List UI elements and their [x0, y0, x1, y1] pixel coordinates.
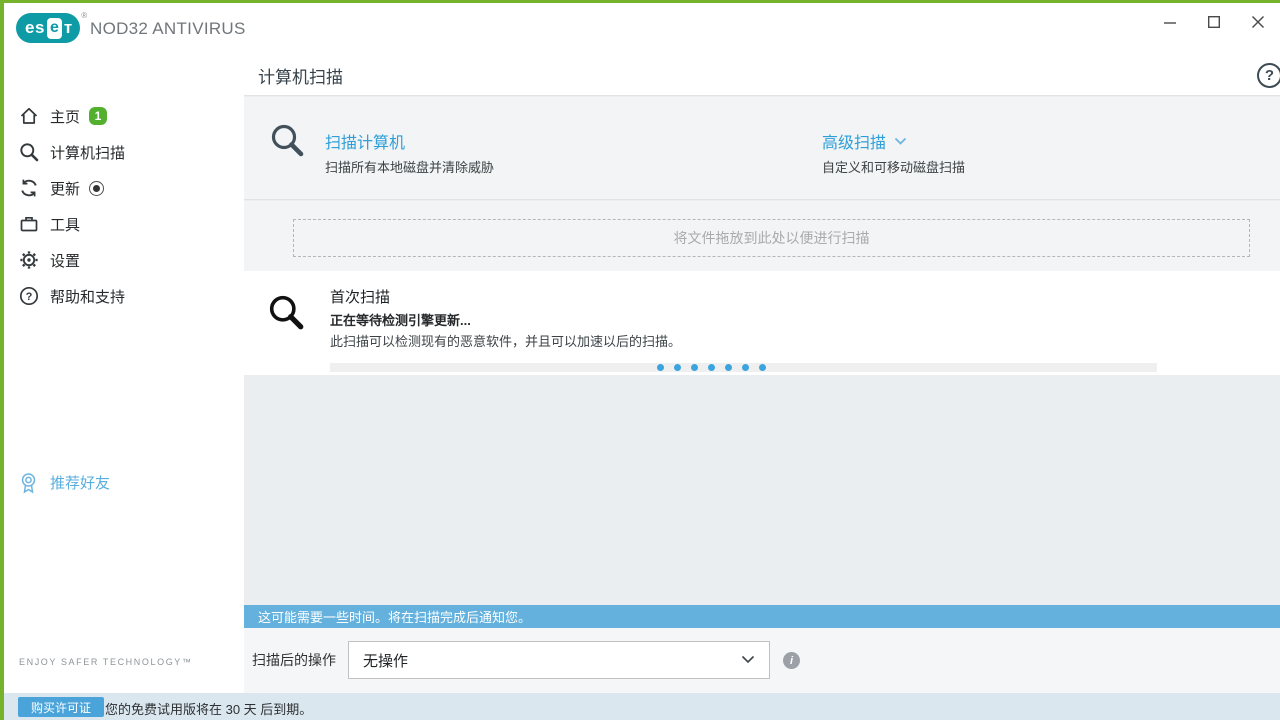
- chevron-down-icon: [741, 651, 755, 669]
- sidebar-item-home[interactable]: 主页 1: [4, 98, 244, 134]
- window-accent-left: [0, 0, 4, 720]
- scan-computer-option[interactable]: 扫描计算机 扫描所有本地磁盘并清除威胁: [270, 123, 494, 176]
- window-controls: [1148, 3, 1280, 43]
- brand-tagline: ENJOY SAFER TECHNOLOGY™: [19, 657, 193, 667]
- window-accent-top: [0, 0, 1280, 3]
- product-name: NOD32 ANTIVIRUS: [90, 19, 246, 38]
- progress-dot: [725, 364, 732, 371]
- progress-dot: [742, 364, 749, 371]
- medal-icon: [18, 472, 39, 493]
- magnifier-icon: [268, 294, 306, 337]
- main-content: 计算机扫描 ? 扫描计算机 扫描所有本地磁盘并清除威胁 高级扫描 自定义和可移动…: [244, 55, 1280, 693]
- post-scan-action-area: 扫描后的操作 无操作 i: [244, 628, 1280, 693]
- sidebar-item-update[interactable]: 更新: [4, 170, 244, 206]
- progress-dot: [657, 364, 664, 371]
- registered-mark: ®: [81, 11, 88, 20]
- scan-computer-link[interactable]: 扫描计算机: [325, 129, 494, 153]
- sidebar-item-label: 帮助和支持: [50, 288, 126, 306]
- first-scan-description: 此扫描可以检测现有的恶意软件，并且可以加速以后的扫描。: [330, 334, 682, 349]
- svg-text:?: ?: [25, 291, 32, 303]
- post-scan-action-label: 扫描后的操作: [252, 652, 336, 668]
- drop-section: 将文件拖放到此处以便进行扫描: [244, 201, 1280, 271]
- logo-letters-es: es: [25, 18, 45, 37]
- home-badge: 1: [89, 107, 108, 125]
- progress-dot: [691, 364, 698, 371]
- close-icon: [1252, 16, 1264, 28]
- scan-computer-subtitle: 扫描所有本地磁盘并清除威胁: [325, 160, 495, 175]
- first-scan-section: 首次扫描 正在等待检测引擎更新... 此扫描可以检测现有的恶意软件，并且可以加速…: [244, 271, 1280, 375]
- notification-text: 这可能需要一些时间。将在扫描完成后通知您。: [258, 610, 532, 625]
- update-attention-icon: [89, 180, 105, 196]
- sidebar: 主页 1 计算机扫描 更新 工具 设置 ? 帮助和支持 推荐好友 ENJOY S…: [4, 55, 244, 693]
- sidebar-item-label: 工具: [50, 216, 81, 234]
- first-scan-status: 正在等待检测引擎更新...: [330, 313, 471, 328]
- scan-options-section: 扫描计算机 扫描所有本地磁盘并清除威胁 高级扫描 自定义和可移动磁盘扫描: [244, 97, 1280, 200]
- minimize-icon: [1164, 22, 1176, 24]
- sidebar-nav: 主页 1 计算机扫描 更新 工具 设置 ? 帮助和支持: [4, 98, 244, 314]
- advanced-scan-subtitle: 自定义和可移动磁盘扫描: [822, 160, 966, 175]
- file-dropzone[interactable]: 将文件拖放到此处以便进行扫描: [293, 219, 1250, 257]
- scan-progress-bar: [330, 363, 1157, 372]
- maximize-icon: [1208, 16, 1220, 28]
- post-scan-action-select[interactable]: 无操作: [348, 641, 770, 679]
- notification-bar: 这可能需要一些时间。将在扫描完成后通知您。: [244, 605, 1280, 628]
- sidebar-item-label: 更新: [50, 180, 81, 198]
- eset-logo-pill: es e т: [16, 13, 81, 43]
- page-title: 计算机扫描: [258, 67, 343, 87]
- help-icon[interactable]: ?: [1257, 63, 1280, 88]
- progress-dot: [759, 364, 766, 371]
- progress-dot: [708, 364, 715, 371]
- search-icon: [18, 142, 39, 163]
- sidebar-item-label: 设置: [50, 252, 81, 270]
- home-icon: [18, 106, 39, 127]
- sidebar-item-tools[interactable]: 工具: [4, 206, 244, 242]
- dropzone-text: 将文件拖放到此处以便进行扫描: [673, 230, 870, 246]
- gear-icon: [18, 250, 39, 271]
- first-scan-title: 首次扫描: [330, 289, 391, 306]
- buy-license-button[interactable]: 购买许可证: [18, 697, 105, 717]
- toolbox-icon: [18, 214, 39, 235]
- logo-letter-e: e: [46, 17, 62, 39]
- page-header: 计算机扫描: [244, 55, 1280, 96]
- magnifier-icon: [270, 123, 306, 176]
- advanced-scan-link[interactable]: 高级扫描: [822, 129, 886, 153]
- sidebar-item-label: 计算机扫描: [50, 144, 126, 162]
- refresh-icon: [18, 178, 39, 199]
- minimize-button[interactable]: [1148, 3, 1192, 41]
- logo-letter-t: т: [63, 18, 73, 37]
- license-bar: 购买许可证 您的免费试用版将在 30 天 后到期。: [4, 693, 1280, 720]
- sidebar-item-help[interactable]: ? 帮助和支持: [4, 278, 244, 314]
- maximize-button[interactable]: [1192, 3, 1236, 41]
- sidebar-item-computer-scan[interactable]: 计算机扫描: [4, 134, 244, 170]
- question-circle-icon: ?: [18, 286, 39, 307]
- eset-logo: es e т ®: [16, 11, 88, 43]
- sidebar-item-setup[interactable]: 设置: [4, 242, 244, 278]
- sidebar-item-label: 主页: [50, 108, 81, 126]
- trial-expiry-text: 您的免费试用版将在 30 天 后到期。: [105, 702, 313, 717]
- titlebar: es e т ® NOD32 ANTIVIRUS: [4, 3, 1280, 55]
- advanced-scan-option[interactable]: 高级扫描 自定义和可移动磁盘扫描: [822, 129, 965, 176]
- progress-dot: [674, 364, 681, 371]
- selected-option: 无操作: [363, 652, 409, 670]
- refer-friend-label: 推荐好友: [50, 475, 111, 492]
- chevron-down-icon: [894, 137, 907, 146]
- info-icon[interactable]: i: [783, 652, 800, 669]
- close-button[interactable]: [1236, 3, 1280, 41]
- refer-friend-link[interactable]: 推荐好友: [18, 472, 110, 493]
